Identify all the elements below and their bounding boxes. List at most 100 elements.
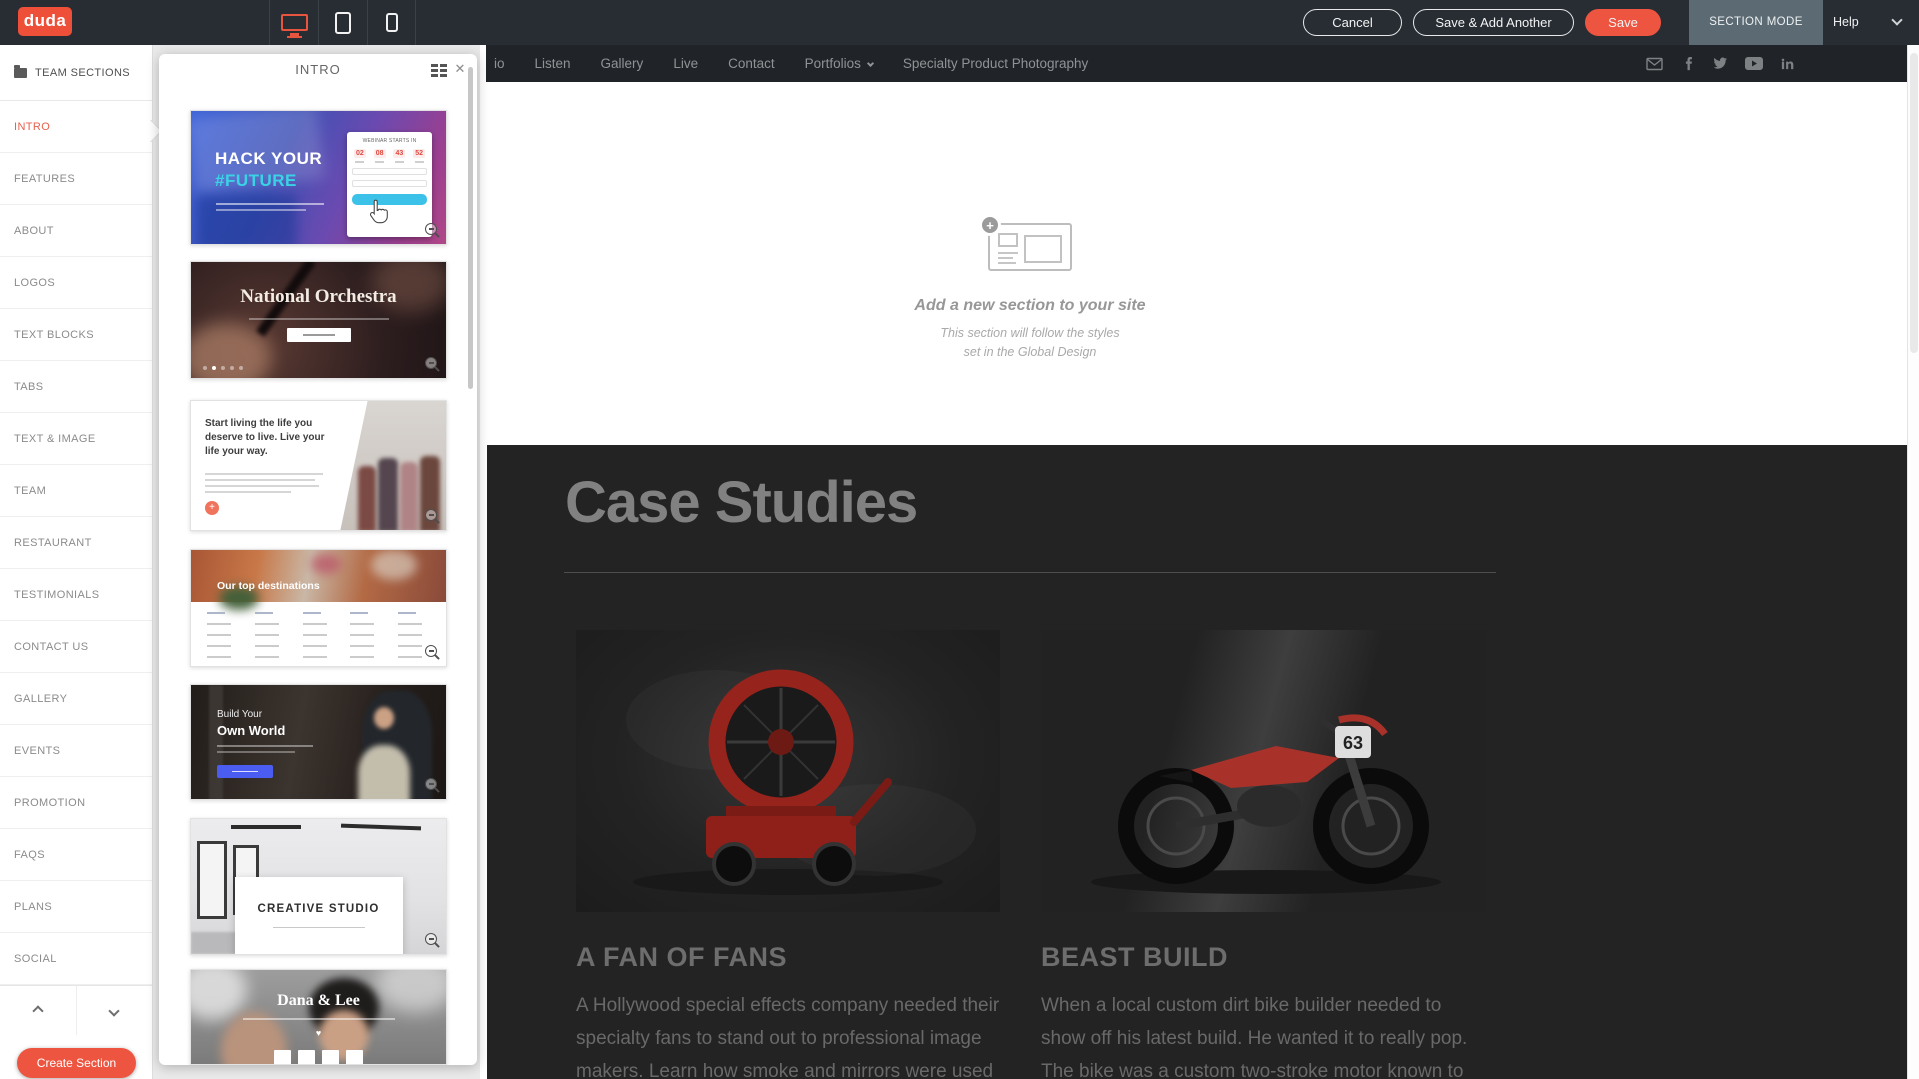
- chevron-down-icon[interactable]: [1891, 14, 1902, 25]
- thumb-title: Start living the life you deserve to liv…: [205, 417, 337, 459]
- phone-view-button[interactable]: [367, 0, 416, 45]
- intro-sections-panel: INTRO ✕ HACK YOUR #FUTURE WEBINAR STARTS…: [159, 54, 477, 1065]
- chevron-down-icon: [109, 1005, 120, 1016]
- layout-toggle-icon[interactable]: [431, 64, 447, 77]
- sidebar-item-tabs[interactable]: TABS: [0, 361, 152, 413]
- add-section-placeholder[interactable]: + Add a new section to your site This se…: [848, 223, 1212, 362]
- thumb-title: National Orchestra: [191, 286, 446, 308]
- thumb-title-line1: Build Your: [217, 709, 262, 720]
- sidebar-item-social[interactable]: SOCIAL: [0, 933, 152, 985]
- email-icon[interactable]: [1646, 57, 1663, 71]
- social-icons: [1646, 45, 1795, 82]
- template-thumb-hack-your-future[interactable]: HACK YOUR #FUTURE WEBINAR STARTS IN 02 0…: [190, 110, 447, 245]
- hand-cursor-icon: [367, 197, 393, 227]
- thumb-title: Our top destinations: [217, 580, 320, 592]
- section-heading: Case Studies: [565, 469, 917, 536]
- panel-title: INTRO: [159, 54, 477, 86]
- sidebar-item-logos[interactable]: LOGOS: [0, 257, 152, 309]
- heading-divider: [564, 572, 1496, 573]
- thumb-photo: Our top destinations: [191, 550, 446, 602]
- mini-button: [217, 765, 273, 778]
- zoom-preview-icon[interactable]: [425, 778, 437, 790]
- save-add-another-button[interactable]: Save & Add Another: [1413, 9, 1574, 36]
- fan-illustration: [576, 630, 1000, 912]
- carousel-dots: [203, 366, 243, 370]
- tablet-view-button[interactable]: [318, 0, 367, 45]
- placeholder-subtitle: This section will follow the styles set …: [848, 324, 1212, 362]
- nav-item-gallery[interactable]: Gallery: [601, 56, 644, 71]
- panel-scrollbar[interactable]: [468, 67, 473, 389]
- nav-item-listen[interactable]: Listen: [535, 56, 571, 71]
- dirt-bike-photo[interactable]: 63: [1041, 630, 1487, 912]
- panel-header: INTRO ✕: [159, 54, 477, 88]
- template-thumb-creative-studio[interactable]: CREATIVE STUDIO: [190, 818, 447, 955]
- twitter-icon[interactable]: [1712, 57, 1728, 71]
- device-switcher: [269, 0, 416, 45]
- nav-item-truncated[interactable]: io: [494, 56, 505, 71]
- sidebar-item-list: INTRO FEATURES ABOUT LOGOS TEXT BLOCKS T…: [0, 101, 152, 985]
- cancel-button[interactable]: Cancel: [1303, 9, 1402, 36]
- sidebar-item-text-image[interactable]: TEXT & IMAGE: [0, 413, 152, 465]
- sidebar-item-text-blocks[interactable]: TEXT BLOCKS: [0, 309, 152, 361]
- studio-card: CREATIVE STUDIO: [235, 877, 403, 955]
- sidebar-item-contact-us[interactable]: CONTACT US: [0, 621, 152, 673]
- phone-icon: [386, 13, 398, 32]
- template-thumb-national-orchestra[interactable]: National Orchestra: [190, 261, 447, 379]
- zoom-preview-icon[interactable]: [425, 509, 437, 521]
- nav-item-live[interactable]: Live: [673, 56, 698, 71]
- editor-topbar: duda Cancel Save & Add Another Save SECT…: [0, 0, 1919, 45]
- case-study-title: A FAN OF FANS: [576, 942, 1000, 973]
- zoom-preview-icon[interactable]: [425, 357, 437, 369]
- case-study-card: 63 BEAST BUILD When a local custom dirt …: [1041, 630, 1487, 1079]
- sidebar-item-plans[interactable]: PLANS: [0, 881, 152, 933]
- linkedin-icon[interactable]: [1780, 56, 1795, 71]
- nav-item-contact[interactable]: Contact: [728, 56, 775, 71]
- nav-item-specialty[interactable]: Specialty Product Photography: [903, 56, 1088, 71]
- folder-icon: [14, 68, 27, 78]
- thumb-title-line2: Own World: [217, 723, 285, 738]
- tablet-icon: [335, 12, 351, 34]
- sidebar-item-testimonials[interactable]: TESTIMONIALS: [0, 569, 152, 621]
- template-thumb-build-your-own-world[interactable]: Build Your Own World: [190, 684, 447, 800]
- main-scrollbar[interactable]: [1907, 45, 1919, 1079]
- close-icon[interactable]: ✕: [451, 61, 469, 77]
- sidebar-item-faqs[interactable]: FAQS: [0, 829, 152, 881]
- create-section-button[interactable]: Create Section: [17, 1048, 136, 1078]
- sidebar-item-promotion[interactable]: PROMOTION: [0, 777, 152, 829]
- placeholder-title: Add a new section to your site: [848, 297, 1212, 315]
- mini-input: [352, 180, 427, 187]
- desktop-view-button[interactable]: [269, 0, 318, 45]
- help-menu[interactable]: Help: [1833, 0, 1859, 45]
- thumb-title-accent: #FUTURE: [215, 171, 297, 191]
- facebook-icon[interactable]: [1680, 56, 1695, 71]
- sidebar-item-about[interactable]: ABOUT: [0, 205, 152, 257]
- mini-button: [287, 328, 351, 342]
- template-thumb-start-living[interactable]: Start living the life you deserve to liv…: [190, 400, 447, 531]
- mini-input: [352, 168, 427, 175]
- zoom-preview-icon[interactable]: [425, 223, 437, 235]
- case-study-body: A Hollywood special effects company need…: [576, 989, 1000, 1079]
- fan-photo[interactable]: [576, 630, 1000, 912]
- thumb-title: CREATIVE STUDIO: [235, 903, 403, 915]
- sidebar-header: TEAM SECTIONS: [0, 45, 152, 101]
- sidebar-item-events[interactable]: EVENTS: [0, 725, 152, 777]
- zoom-preview-icon[interactable]: [425, 933, 437, 945]
- sidebar-item-features[interactable]: FEATURES: [0, 153, 152, 205]
- bike-illustration: 63: [1041, 630, 1487, 912]
- case-study-body: When a local custom dirt bike builder ne…: [1041, 989, 1487, 1079]
- thumb-title: HACK YOUR: [215, 149, 322, 169]
- nav-item-portfolios[interactable]: Portfolios: [805, 56, 873, 71]
- scroll-up-button[interactable]: [0, 986, 76, 1035]
- template-thumb-dana-lee[interactable]: Dana & Lee ♥: [190, 969, 447, 1065]
- duda-logo[interactable]: duda: [18, 7, 72, 36]
- sidebar-item-gallery[interactable]: GALLERY: [0, 673, 152, 725]
- sidebar-item-restaurant[interactable]: RESTAURANT: [0, 517, 152, 569]
- zoom-preview-icon[interactable]: [425, 645, 437, 657]
- sidebar-item-intro[interactable]: INTRO: [0, 101, 152, 153]
- template-thumb-top-destinations[interactable]: Our top destinations: [190, 549, 447, 667]
- save-button[interactable]: Save: [1585, 9, 1661, 36]
- chevron-up-icon: [32, 1005, 43, 1016]
- sidebar-item-team[interactable]: TEAM: [0, 465, 152, 517]
- youtube-icon[interactable]: [1745, 57, 1763, 70]
- scroll-down-button[interactable]: [76, 986, 153, 1035]
